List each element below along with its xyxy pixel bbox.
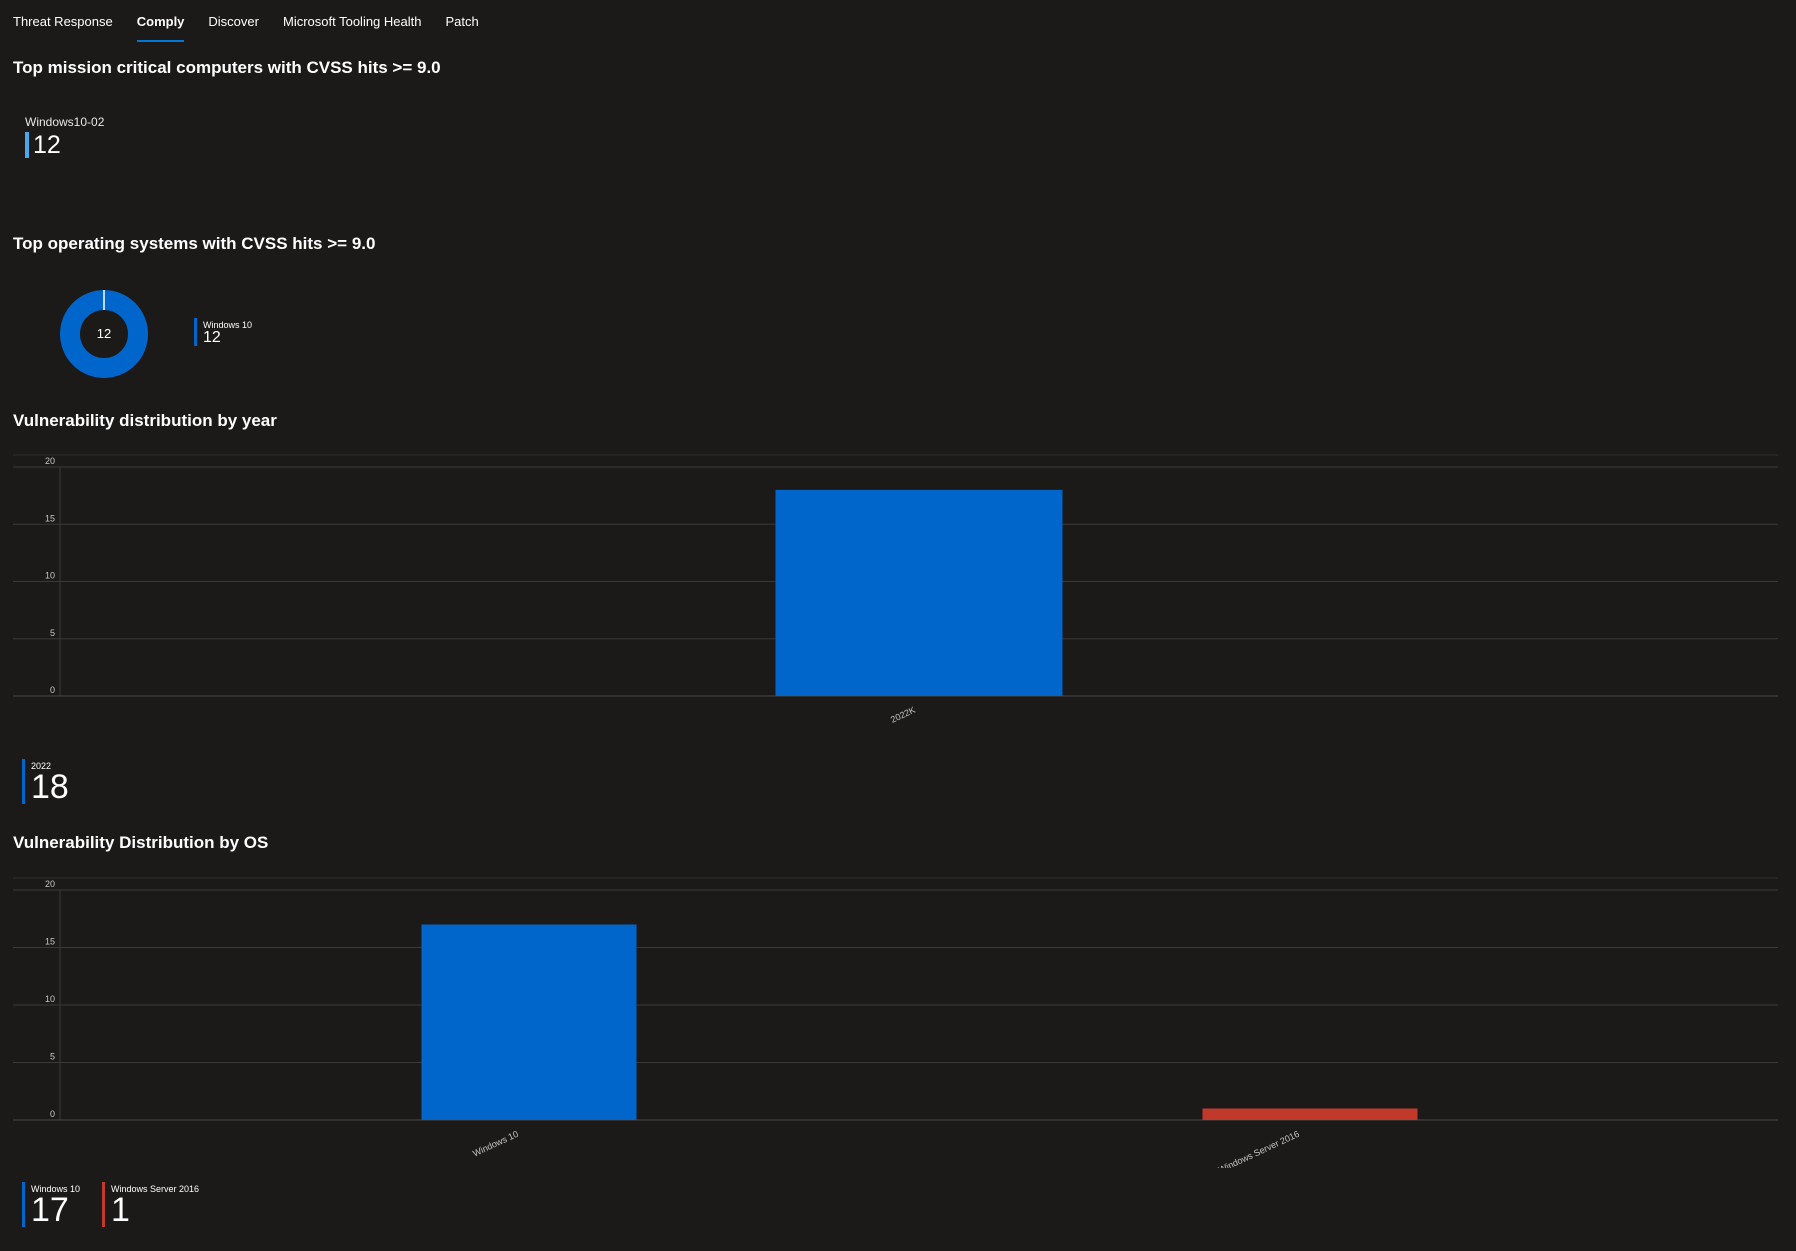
legend-color-bar: [194, 318, 197, 346]
by-os-title: Vulnerability Distribution by OS: [13, 833, 269, 852]
y-tick-label: 0: [50, 685, 55, 695]
critical-computers-title: Top mission critical computers with CVSS…: [13, 58, 441, 77]
y-tick-label: 15: [45, 513, 55, 523]
tab-patch[interactable]: Patch: [445, 0, 478, 40]
legend-value: 1: [111, 1191, 130, 1229]
critical-computer-kpi[interactable]: Windows10-02 12: [25, 115, 104, 158]
donut-center-label: 12: [97, 326, 111, 341]
y-tick-label: 20: [45, 879, 55, 889]
bar[interactable]: [421, 924, 637, 1121]
y-tick-label: 10: [45, 571, 55, 581]
legend-value: 12: [203, 329, 221, 346]
y-tick-label: 5: [50, 1052, 55, 1062]
year-legend-2022[interactable]: 2022 18: [22, 759, 69, 804]
x-tick-label: Windows Server 2016: [1217, 1129, 1301, 1168]
tab-threat-response[interactable]: Threat Response: [13, 0, 113, 40]
legend-color-bar: [22, 1182, 25, 1227]
y-tick-label: 0: [50, 1109, 55, 1119]
legend-color-bar: [22, 759, 25, 804]
tab-comply[interactable]: Comply: [136, 0, 184, 42]
x-tick-label: Windows 10: [471, 1129, 520, 1159]
bar[interactable]: [775, 489, 1063, 696]
y-tick-label: 10: [45, 994, 55, 1004]
legend-value: 18: [31, 768, 69, 806]
by-year-bar-chart: 0 5 10 15 20 2022K: [13, 454, 1778, 725]
y-tick-label: 15: [45, 937, 55, 947]
legend-color-bar: [102, 1182, 105, 1227]
kpi-accent-bar: [25, 132, 29, 158]
by-year-title: Vulnerability distribution by year: [13, 411, 277, 430]
tab-microsoft-tooling-health[interactable]: Microsoft Tooling Health: [283, 0, 422, 40]
os-legend-windows-server-2016[interactable]: Windows Server 2016 1: [102, 1182, 199, 1227]
os-donut-chart: 12: [60, 290, 148, 378]
y-tick-label: 5: [50, 628, 55, 638]
os-legend-windows-10[interactable]: Windows 10 17: [22, 1182, 80, 1227]
kpi-computer-name: Windows10-02: [25, 115, 105, 129]
y-tick-label: 20: [45, 456, 55, 466]
top-os-title: Top operating systems with CVSS hits >= …: [13, 234, 376, 253]
by-os-bar-chart: 0 5 10 15 20 Windows 10 Windows Server 2016: [13, 877, 1778, 1168]
x-tick-label: 2022K: [889, 705, 917, 725]
tab-discover[interactable]: Discover: [208, 0, 259, 40]
legend-value: 17: [31, 1191, 69, 1229]
tab-bar: Threat Response Comply Discover Microsof…: [13, 0, 503, 42]
kpi-value: 12: [33, 131, 61, 159]
os-legend-windows-10[interactable]: Windows 10 12: [194, 318, 252, 346]
bar[interactable]: [1202, 1108, 1418, 1121]
